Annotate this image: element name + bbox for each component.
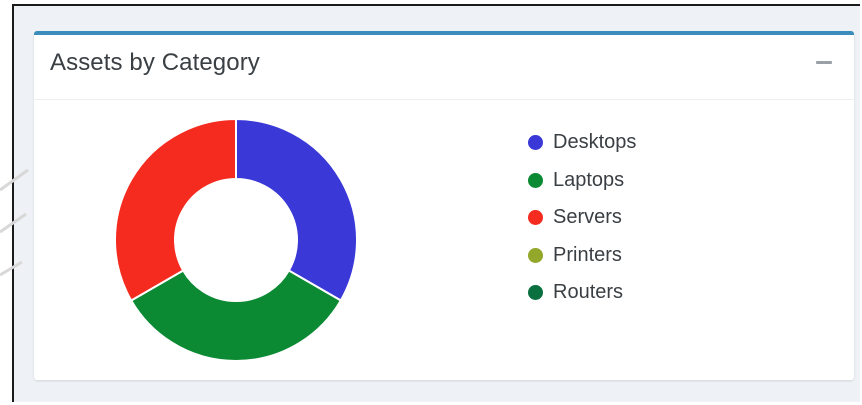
legend-label: Desktops [553,131,637,154]
collapse-button[interactable] [816,61,832,64]
legend-swatch [528,172,543,188]
legend-label: Routers [553,281,624,304]
legend-item-servers[interactable]: Servers [528,199,636,237]
legend-swatch [528,285,543,301]
legend-swatch [528,210,543,226]
legend-label: Laptops [553,168,625,191]
slice-servers[interactable] [114,117,237,302]
card-title: Assets by Category [50,49,260,76]
minus-icon [816,61,832,64]
legend-item-printers[interactable]: Printers [528,237,636,275]
legend-swatch [528,247,543,263]
legend-label: Printers [553,243,622,266]
slice-laptops[interactable] [129,269,343,362]
slice-desktops[interactable] [235,117,358,302]
doughnut-chart [114,117,358,362]
legend-swatch [528,135,543,151]
assets-by-category-card: Assets by Category Desktops Laptops Server… [34,31,854,380]
legend-item-routers[interactable]: Routers [528,274,636,312]
card-header: Assets by Category [34,35,854,100]
legend-item-laptops[interactable]: Laptops [528,162,636,200]
legend-item-desktops[interactable]: Desktops [528,124,636,162]
chart-legend: Desktops Laptops Servers Printers Routers [528,124,636,312]
legend-label: Servers [553,206,622,229]
